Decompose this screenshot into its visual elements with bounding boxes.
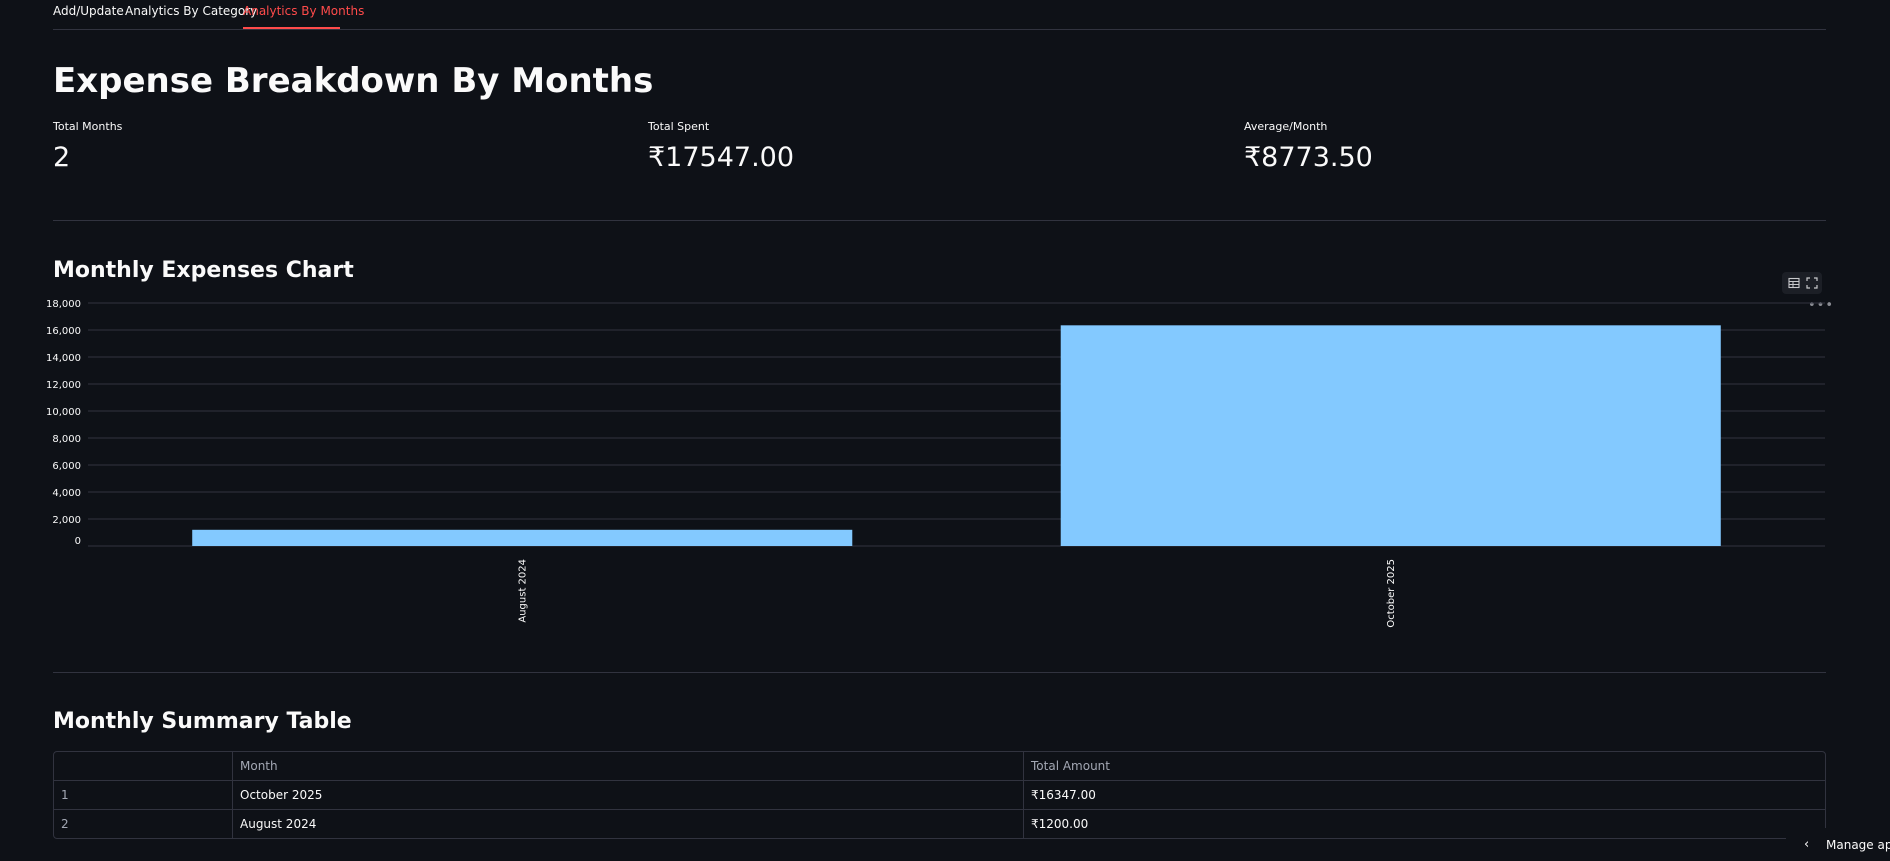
- manage-app-button[interactable]: ‹ Manage app: [1786, 828, 1890, 861]
- header-month[interactable]: Month: [233, 752, 1024, 780]
- row-amount[interactable]: ₹1200.00: [1024, 810, 1825, 838]
- y-tick-label: 12,000: [46, 380, 81, 391]
- row-month[interactable]: August 2024: [233, 810, 1024, 838]
- y-tick-label: 8,000: [52, 434, 81, 445]
- y-tick-label: 14,000: [46, 353, 81, 364]
- y-tick-label: 6,000: [52, 461, 81, 472]
- x-tick-label: October 2025: [1386, 559, 1397, 628]
- bar[interactable]: [1060, 325, 1721, 546]
- table-section-title: Monthly Summary Table: [53, 709, 352, 734]
- y-tick-label: 0: [75, 536, 81, 547]
- chevron-left-icon: ‹: [1804, 837, 1810, 852]
- row-month[interactable]: October 2025: [233, 781, 1024, 809]
- manage-app-label: Manage app: [1826, 838, 1890, 852]
- table-row[interactable]: 2 August 2024 ₹1200.00: [54, 810, 1825, 838]
- divider: [53, 672, 1826, 673]
- y-tick-label: 16,000: [46, 326, 81, 337]
- row-index: 2: [54, 810, 233, 838]
- y-tick-label: 2,000: [52, 515, 81, 526]
- row-amount[interactable]: ₹16347.00: [1024, 781, 1825, 809]
- row-index: 1: [54, 781, 233, 809]
- x-tick-label: August 2024: [517, 559, 528, 623]
- table-header-row: Month Total Amount: [54, 752, 1825, 781]
- header-index[interactable]: [54, 752, 233, 780]
- monthly-summary-table: Month Total Amount 1 October 2025 ₹16347…: [53, 751, 1826, 839]
- table-row[interactable]: 1 October 2025 ₹16347.00: [54, 781, 1825, 810]
- y-tick-label: 10,000: [46, 407, 81, 418]
- y-tick-label: 18,000: [46, 299, 81, 310]
- y-tick-label: 4,000: [52, 488, 81, 499]
- bar[interactable]: [192, 529, 853, 546]
- header-total-amount[interactable]: Total Amount: [1024, 752, 1825, 780]
